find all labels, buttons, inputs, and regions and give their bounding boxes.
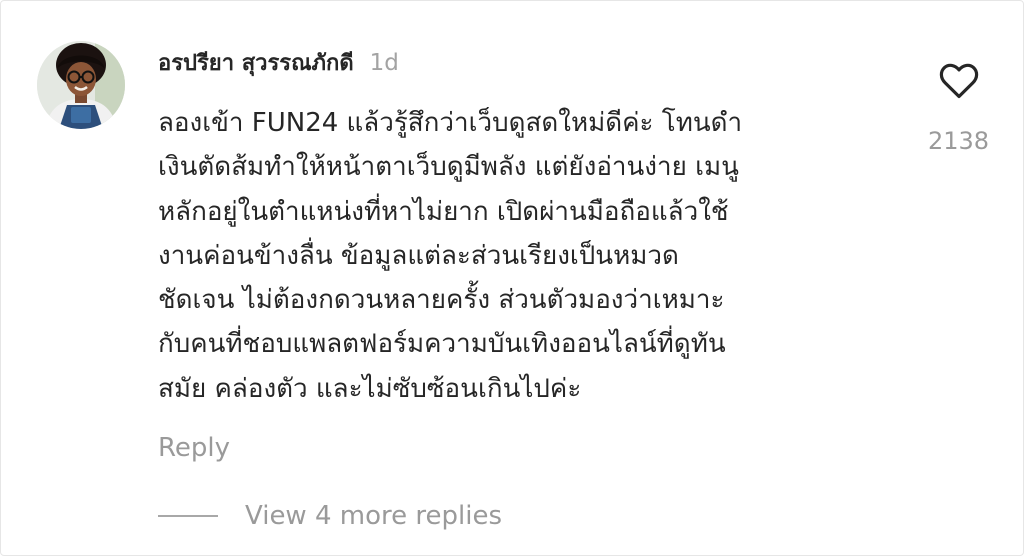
heart-outline-icon: [939, 63, 979, 99]
avatar-image: [37, 41, 125, 129]
timestamp: 1d: [369, 50, 399, 76]
like-count: 2138: [927, 127, 990, 155]
username[interactable]: อรปรียา สุวรรณภักดี: [158, 45, 354, 80]
comment-text: ลองเข้า FUN24 แล้วรู้สึกว่าเว็บดูสดใหม่ด…: [158, 108, 743, 404]
avatar[interactable]: [37, 41, 125, 129]
view-replies-label: View 4 more replies: [245, 501, 502, 531]
reply-button[interactable]: Reply: [158, 433, 230, 463]
divider-line: [158, 515, 218, 517]
comment-card: อรปรียา สุวรรณภักดี 1d ลองเข้า FUN24 แล้…: [0, 0, 1024, 556]
like-button[interactable]: [937, 59, 981, 103]
comment-header: อรปรียา สุวรรณภักดี 1d: [158, 45, 399, 80]
view-more-replies-button[interactable]: View 4 more replies: [158, 501, 502, 531]
